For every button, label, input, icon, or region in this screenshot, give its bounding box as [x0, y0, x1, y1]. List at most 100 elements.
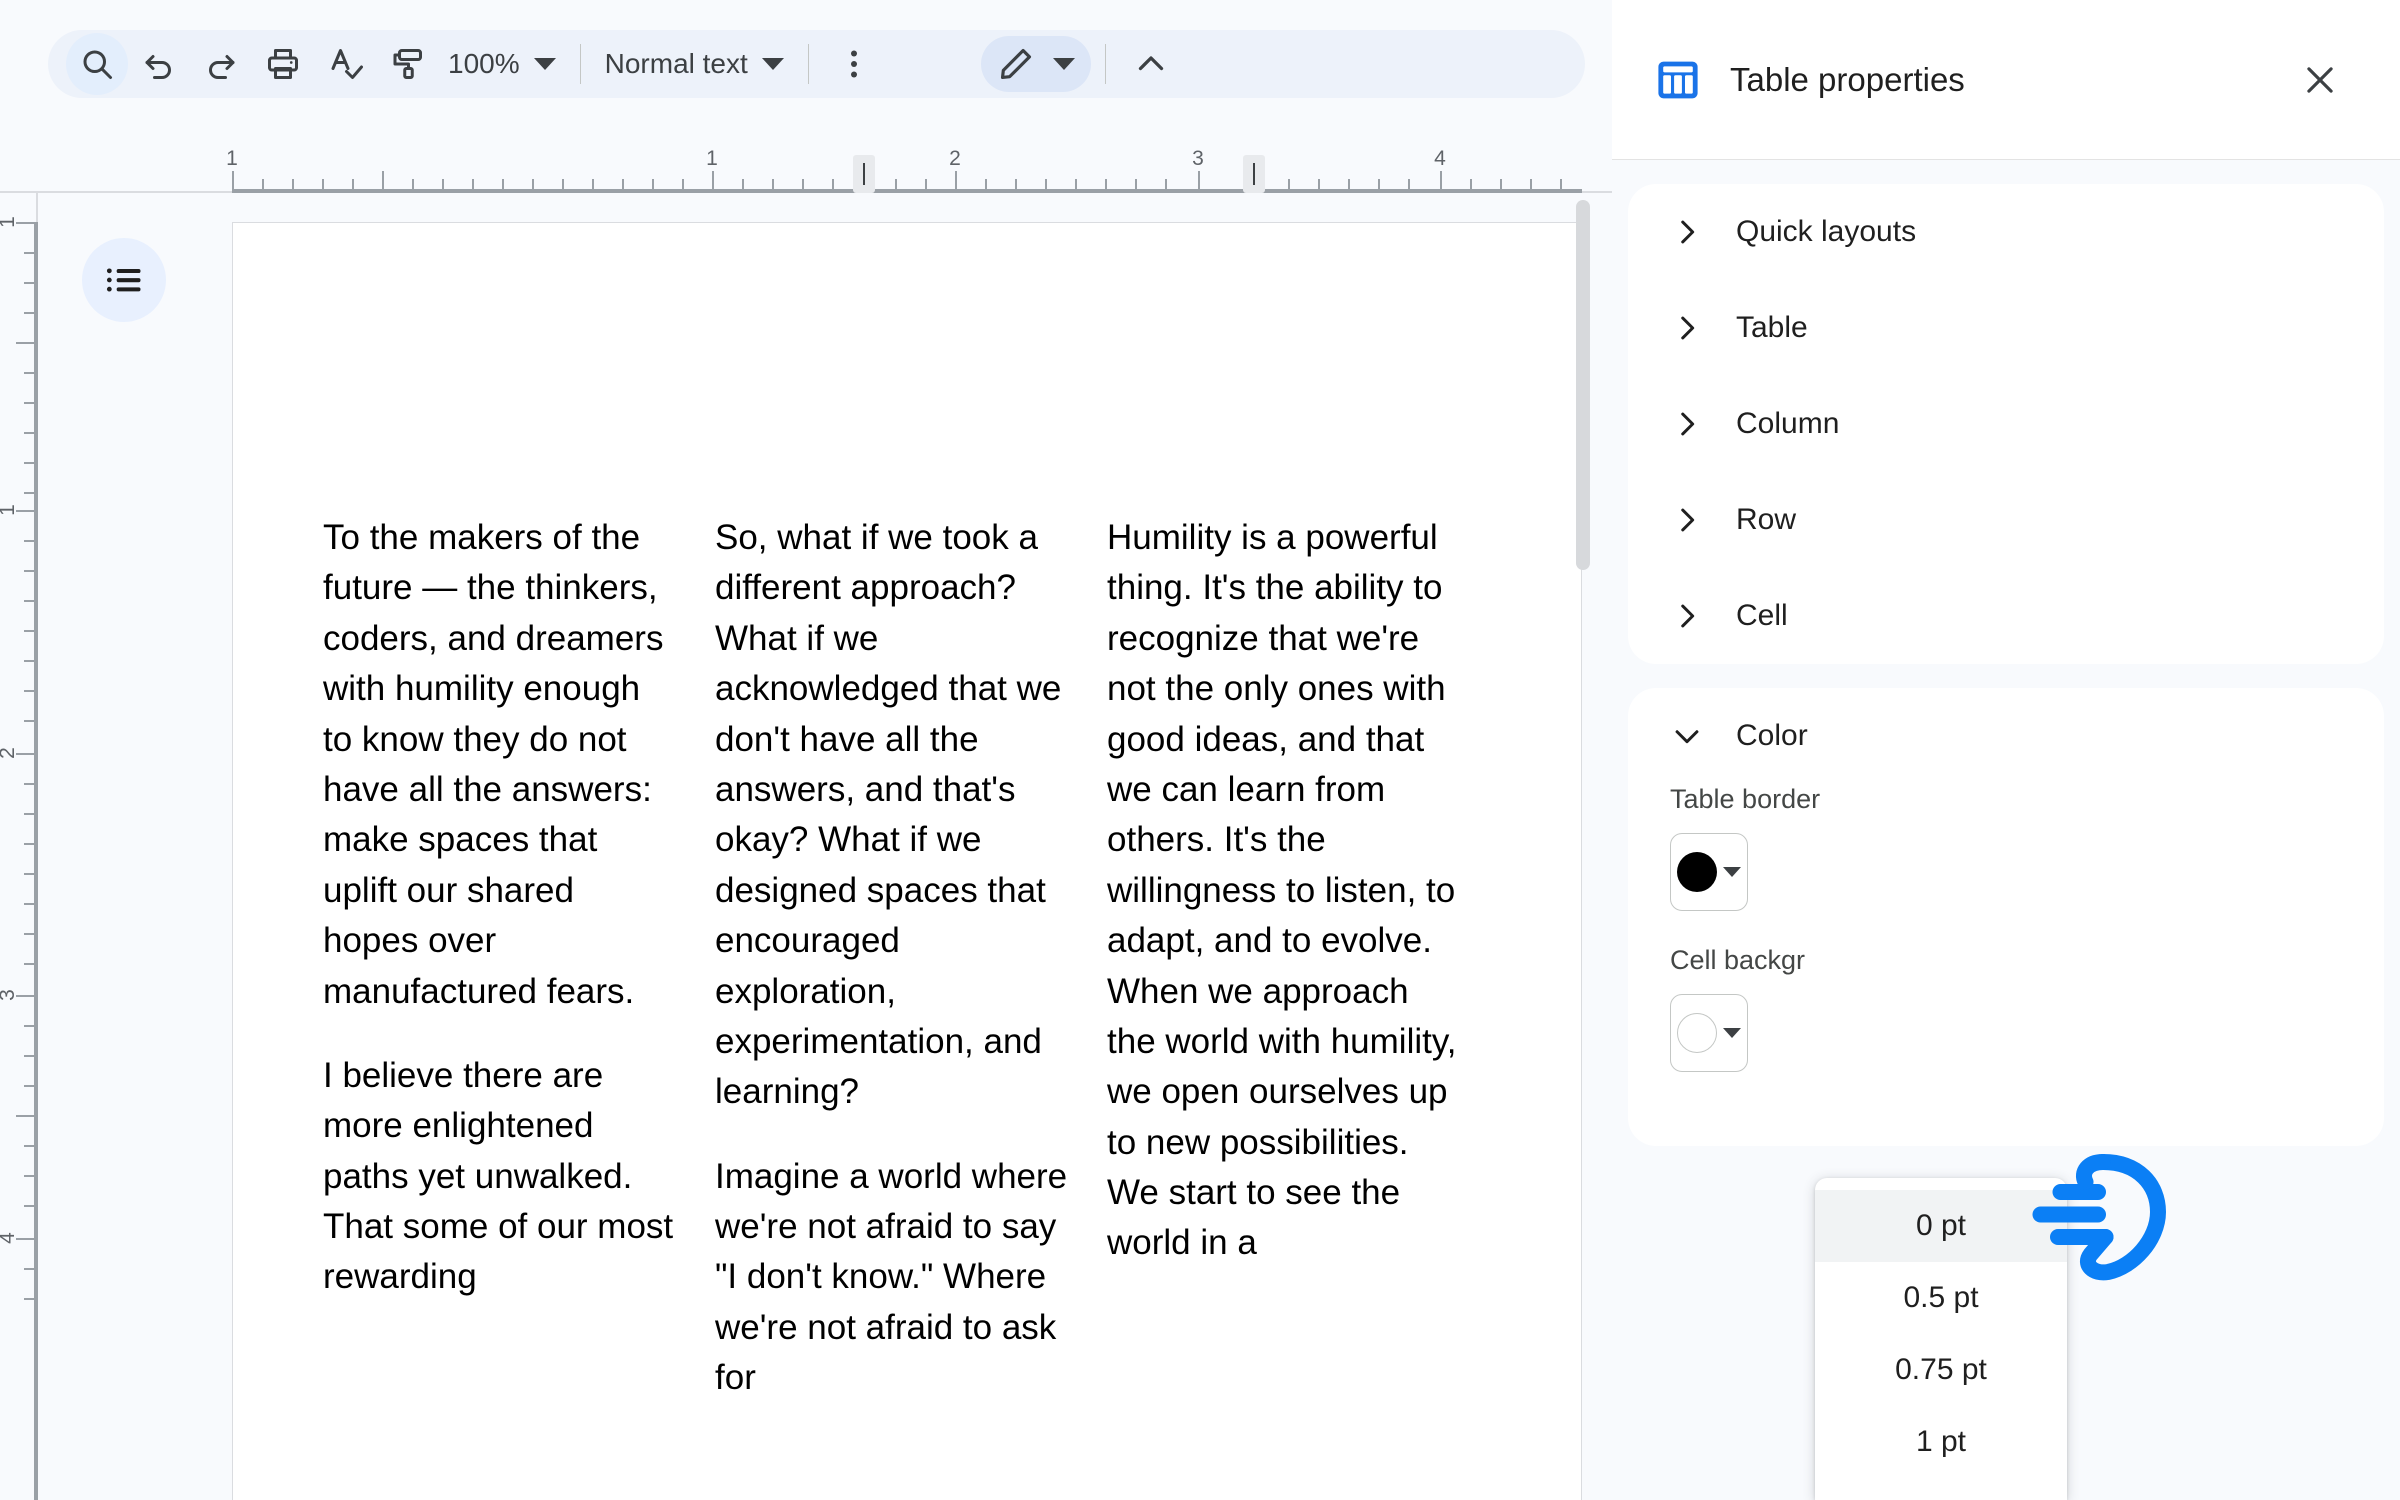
table-cell-column-2[interactable]: So, what if we took a different approach…	[715, 513, 1107, 1438]
editing-mode-button[interactable]	[980, 36, 1091, 92]
paint-format-button[interactable]	[376, 33, 438, 95]
ruler-number: 3	[1192, 147, 1204, 170]
toolbar-divider	[1104, 44, 1106, 84]
app-root: 100% Normal text 1 1 2 3 4 To the makers…	[0, 0, 2400, 1500]
ruler-tick	[1045, 179, 1047, 191]
section-quick-layouts[interactable]: Quick layouts	[1628, 184, 2384, 280]
chevron-right-icon	[1670, 503, 1704, 537]
ruler-tick	[682, 179, 684, 191]
ruler-tick	[24, 372, 36, 374]
ruler-tick	[1440, 171, 1442, 191]
section-label: Quick layouts	[1736, 215, 1917, 248]
redo-button[interactable]	[190, 33, 252, 95]
section-row[interactable]: Row	[1628, 472, 2384, 568]
chevron-right-icon	[1670, 215, 1704, 249]
ruler-tick	[24, 540, 36, 542]
ruler-tick	[985, 179, 987, 191]
dropdown-option-0-75pt[interactable]: 0.75 pt	[1815, 1334, 2067, 1406]
main-toolbar: 100% Normal text	[48, 30, 1585, 98]
ruler-tick	[292, 179, 294, 191]
zoom-selector[interactable]: 100%	[438, 36, 566, 92]
search-button[interactable]	[66, 33, 128, 95]
ruler-tick	[16, 1238, 36, 1240]
more-vertical-icon	[850, 50, 857, 78]
ruler-tick	[24, 813, 36, 815]
ruler-tick	[895, 179, 897, 191]
section-label: Table	[1736, 311, 1808, 344]
table-cell-column-3[interactable]: Humility is a powerful thing. It's the a…	[1107, 513, 1499, 1438]
paragraph: So, what if we took a different approach…	[715, 518, 1062, 1112]
paragraph-style-selector[interactable]: Normal text	[595, 36, 794, 92]
chevron-down-icon	[761, 58, 784, 70]
ruler-tick	[24, 1205, 36, 1207]
ruler-tick	[502, 179, 504, 191]
ruler-tick	[412, 179, 414, 191]
ruler-number: 1	[706, 147, 718, 170]
document-page[interactable]: To the makers of the future — the thinke…	[232, 222, 1582, 1500]
right-indent-marker[interactable]	[1243, 155, 1265, 193]
panel-color-card: Color Table border Cell backgr	[1628, 688, 2384, 1146]
vertical-scrollbar[interactable]	[1576, 200, 1590, 1500]
show-outline-button[interactable]	[82, 238, 166, 322]
toolbar-divider	[579, 44, 581, 84]
cell-background-color-picker[interactable]	[1670, 994, 1748, 1072]
section-color[interactable]: Color	[1628, 688, 2384, 784]
ruler-tick	[262, 179, 264, 191]
cell-background-label: Cell backgr	[1670, 945, 1806, 975]
document-table[interactable]: To the makers of the future — the thinke…	[323, 513, 1503, 1438]
ruler-tick	[24, 1175, 36, 1177]
undo-icon	[145, 55, 171, 79]
chevron-right-icon	[1670, 407, 1704, 441]
horizontal-ruler[interactable]: 1 1 2 3 4	[0, 145, 1612, 193]
ruler-tick	[1318, 179, 1320, 191]
section-column[interactable]: Column	[1628, 376, 2384, 472]
undo-button[interactable]	[128, 33, 190, 95]
ruler-tick	[24, 402, 36, 404]
color-section-body: Table border Cell backgr	[1628, 784, 2384, 1146]
section-cell[interactable]: Cell	[1628, 568, 2384, 664]
table-border-label: Table border	[1670, 784, 1821, 814]
zoom-value: 100%	[448, 48, 520, 79]
print-button[interactable]	[252, 33, 314, 95]
ruler-tick	[562, 179, 564, 191]
ruler-tick	[24, 462, 36, 464]
pencil-icon	[1000, 48, 1031, 80]
hand-pointer-icon	[2028, 1152, 2178, 1282]
paragraph: I believe there are more enlightened pat…	[323, 1055, 674, 1297]
ruler-tick	[1135, 179, 1137, 191]
collapse-toolbar-button[interactable]	[1120, 33, 1182, 95]
ruler-tick	[24, 252, 36, 254]
ruler-tick	[712, 171, 714, 191]
ruler-tick	[24, 312, 36, 314]
chevron-down-icon	[1670, 719, 1704, 753]
close-icon	[2307, 66, 2333, 93]
vertical-ruler[interactable]: 1 1 2 3 4	[0, 193, 38, 1500]
left-indent-marker[interactable]	[853, 155, 875, 193]
panel-sections-card: Quick layouts Table Column Row Cell	[1628, 184, 2384, 664]
table-border-color-picker[interactable]	[1670, 833, 1748, 911]
ruler-tick	[1075, 179, 1077, 191]
table-cell-column-1[interactable]: To the makers of the future — the thinke…	[323, 513, 715, 1438]
section-table[interactable]: Table	[1628, 280, 2384, 376]
close-panel-button[interactable]	[2292, 52, 2348, 108]
ruler-tick	[24, 720, 36, 722]
ruler-tick	[322, 179, 324, 191]
ruler-tick	[1348, 179, 1350, 191]
panel-header: Table properties	[1612, 0, 2400, 160]
more-options-button[interactable]	[823, 33, 885, 95]
ruler-tick	[1560, 179, 1562, 191]
section-label: Column	[1736, 407, 1840, 440]
ruler-tick	[622, 179, 624, 191]
ruler-tick	[472, 179, 474, 191]
paint-roller-icon	[393, 49, 422, 79]
section-label: Cell	[1736, 599, 1788, 632]
dropdown-option-1pt[interactable]: 1 pt	[1815, 1406, 2067, 1478]
spellcheck-button[interactable]	[314, 33, 376, 95]
ruler-tick	[532, 179, 534, 191]
redo-icon	[209, 55, 235, 79]
ruler-number: 4	[1434, 147, 1446, 170]
ruler-tick	[24, 873, 36, 875]
document-editor-area: 100% Normal text 1 1 2 3 4 To the makers…	[0, 0, 1612, 1500]
ruler-tick	[24, 1085, 36, 1087]
scrollbar-thumb[interactable]	[1576, 200, 1590, 570]
